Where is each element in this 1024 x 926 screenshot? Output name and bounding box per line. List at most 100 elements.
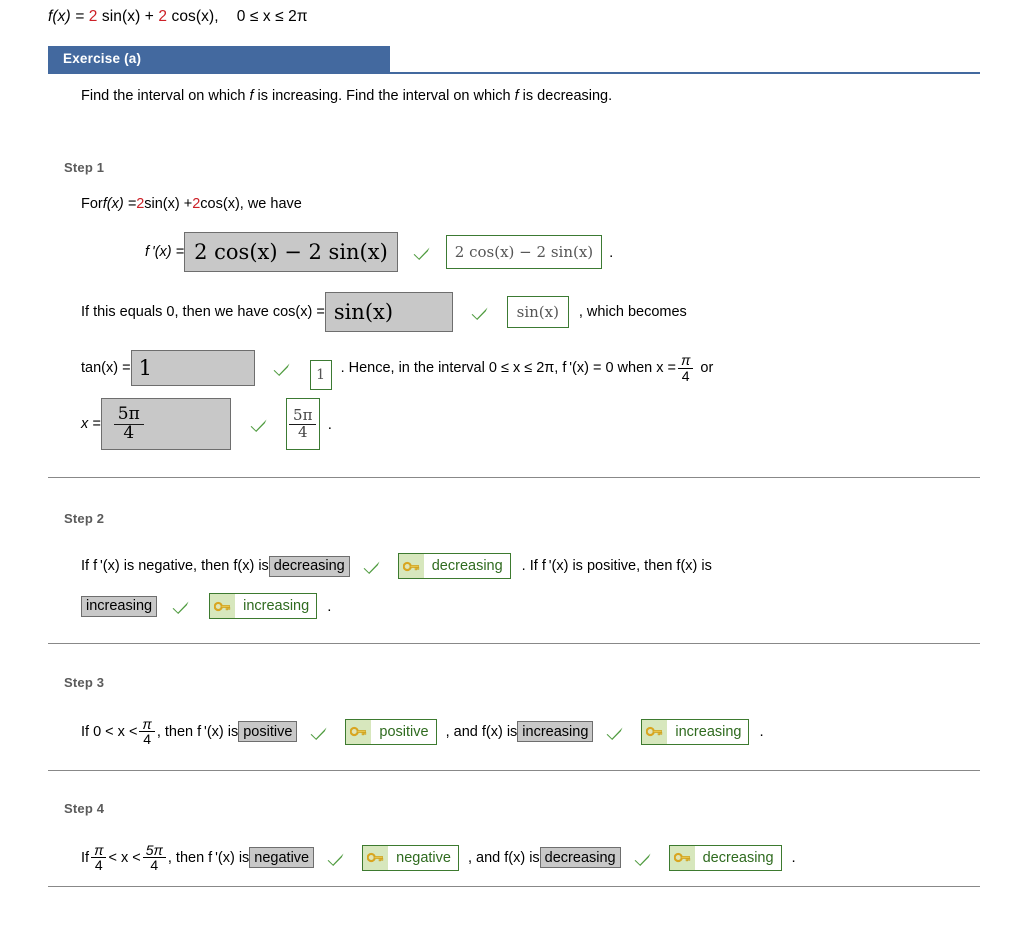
step1-line1-coef2: 2 xyxy=(192,196,201,212)
step-1-line-3: If this equals 0, then we have cos(x) = … xyxy=(81,292,687,332)
step-1-label: Step 1 xyxy=(64,160,105,175)
check-mark-icon xyxy=(309,723,327,741)
step1-line4-post: . Hence, in the interval 0 ≤ x ≤ 2π, f '… xyxy=(340,360,676,376)
check-mark-icon xyxy=(412,243,430,261)
problem-coefficient-2: 2 xyxy=(158,8,168,25)
step1-student-frac-numerator: 5π xyxy=(117,403,140,424)
step4-student-answer-2[interactable]: decreasing xyxy=(539,847,621,869)
step1-derivative-correct-answer: 2 cos(x) − 2 sin(x) xyxy=(445,235,603,269)
check-mark-icon xyxy=(171,597,189,615)
step1-correct-frac-denominator: 4 xyxy=(289,423,317,441)
step1-x-student-answer[interactable]: 5π 4 xyxy=(100,398,231,450)
step2-correct-answer-1: decreasing xyxy=(397,553,511,579)
check-mark-icon xyxy=(272,359,290,377)
step1-line3-post: , which becomes xyxy=(578,304,687,320)
step3-student-answer-1[interactable]: positive xyxy=(238,721,298,743)
key-icon xyxy=(210,594,236,618)
step1-tan-correct-answer: 1 xyxy=(309,360,332,390)
divider-after-step-3 xyxy=(48,770,980,771)
problem-domain: 0 ≤ x ≤ 2π xyxy=(236,8,308,25)
check-mark-icon xyxy=(249,415,267,433)
step1-correct-fraction: 5π 4 xyxy=(289,405,317,441)
step4-student-answer-1[interactable]: negative xyxy=(249,847,315,869)
step4-correct-answer-1: negative xyxy=(362,844,459,871)
step1-line1-pre: For xyxy=(81,196,103,212)
step2-line2-period: . xyxy=(327,597,332,615)
step4-line1-period: . xyxy=(791,849,796,867)
step3-correct-answer-2-text: increasing xyxy=(675,723,742,740)
step3-line1-mid1: , then f '(x) is xyxy=(156,723,239,740)
exercise-prompt: Find the interval on which f is increasi… xyxy=(81,88,613,104)
step1-line1-fx: f(x) = xyxy=(102,196,137,212)
step3-frac-numerator: π xyxy=(142,716,152,732)
step1-line1-mid: sin(x) + xyxy=(144,196,193,212)
step-4-line-1: If π 4 < x < 5π 4 , then f '(x) is negat… xyxy=(81,843,796,873)
step-1-line-1: For f(x) = 2 sin(x) + 2 cos(x), we have xyxy=(81,196,302,212)
step4-line1-mid1: , then f '(x) is xyxy=(167,849,250,866)
step1-tan-student-answer[interactable]: 1 xyxy=(130,350,255,386)
step1-correct-frac-numerator: 5π xyxy=(293,405,313,424)
step1-frac-denominator: 4 xyxy=(678,367,694,383)
problem-term-2: cos(x), xyxy=(167,8,219,25)
step1-line3-pre: If this equals 0, then we have cos(x) = xyxy=(81,304,325,320)
step1-line5-pre: x = xyxy=(81,416,101,432)
step2-student-answer-1[interactable]: decreasing xyxy=(268,555,350,577)
step4-pi-over-four-fraction: π 4 xyxy=(91,842,107,873)
step2-correct-answer-1-text: decreasing xyxy=(431,558,503,574)
step4-line1-mid0: < x < xyxy=(108,849,141,866)
key-icon xyxy=(346,719,372,744)
check-mark-icon xyxy=(633,849,651,867)
step-3-line-1: If 0 < x < π 4 , then f '(x) is positive… xyxy=(81,717,764,747)
exercise-header: Exercise (a) xyxy=(48,46,980,74)
check-mark-icon xyxy=(362,557,380,575)
step4-line1-pre: If xyxy=(81,849,90,866)
exercise-tab-label: Exercise (a) xyxy=(48,46,390,72)
step4-frac2-numerator: 5π xyxy=(145,842,163,858)
step3-pi-over-four-fraction: π 4 xyxy=(139,716,155,747)
step3-correct-answer-1-text: positive xyxy=(379,723,429,740)
step1-line2-period: . xyxy=(609,243,614,261)
step1-line1-post: cos(x), we have xyxy=(200,196,302,212)
step-4-label: Step 4 xyxy=(64,801,105,816)
step3-student-answer-2[interactable]: increasing xyxy=(517,721,594,743)
step1-equation-student-answer[interactable]: sin(x) xyxy=(324,292,453,332)
divider-after-step-2 xyxy=(48,643,980,644)
step3-frac-denominator: 4 xyxy=(139,731,155,747)
step3-line1-mid2: , and f(x) is xyxy=(445,723,518,740)
step-1-line-4: tan(x) = 1 1 . Hence, in the interval 0 … xyxy=(81,346,713,390)
check-mark-icon xyxy=(605,723,623,741)
step1-line1-coef1: 2 xyxy=(136,196,145,212)
problem-prefix: f(x) = xyxy=(48,8,89,25)
check-mark-icon xyxy=(326,849,344,867)
step1-line5-period: . xyxy=(327,415,332,433)
step1-equation-correct-answer: sin(x) xyxy=(506,296,569,328)
step4-frac1-numerator: π xyxy=(94,842,104,858)
step-1-line-5: x = 5π 4 5π 4 . xyxy=(81,398,332,450)
step3-line1-pre: If 0 < x < xyxy=(81,723,138,740)
step4-correct-answer-1-text: negative xyxy=(396,849,451,866)
step1-derivative-lhs: f '(x) = xyxy=(145,244,185,260)
step4-frac1-denominator: 4 xyxy=(91,857,107,873)
step1-student-frac-denominator: 4 xyxy=(113,423,144,443)
key-icon xyxy=(642,719,668,744)
check-mark-icon xyxy=(470,303,488,321)
step2-student-answer-2[interactable]: increasing xyxy=(81,595,158,617)
step-3-label: Step 3 xyxy=(64,675,105,690)
divider-after-step-1 xyxy=(48,477,980,478)
step2-correct-answer-2: increasing xyxy=(209,593,318,619)
step2-line1-post: . If f '(x) is positive, then f(x) is xyxy=(521,558,712,574)
step-2-line-1: If f '(x) is negative, then f(x) is decr… xyxy=(81,553,712,579)
step1-derivative-student-answer[interactable]: 2 cos(x) − 2 sin(x) xyxy=(184,232,398,272)
step4-line1-mid2: , and f(x) is xyxy=(467,849,540,866)
step-2-label: Step 2 xyxy=(64,511,105,526)
step3-correct-answer-2: increasing xyxy=(641,718,750,745)
step1-pi-over-four-fraction: π 4 xyxy=(678,352,694,383)
step4-correct-answer-2-text: decreasing xyxy=(702,849,774,866)
step1-x-correct-answer: 5π 4 xyxy=(285,398,320,450)
step4-correct-answer-2: decreasing xyxy=(668,844,782,871)
key-icon xyxy=(398,554,424,578)
step1-student-fraction: 5π 4 xyxy=(113,403,144,443)
step1-frac-numerator: π xyxy=(681,352,691,369)
problem-statement: f(x) = 2 sin(x) + 2 cos(x), 0 ≤ x ≤ 2π xyxy=(48,8,308,26)
divider-after-step-4 xyxy=(48,886,980,887)
